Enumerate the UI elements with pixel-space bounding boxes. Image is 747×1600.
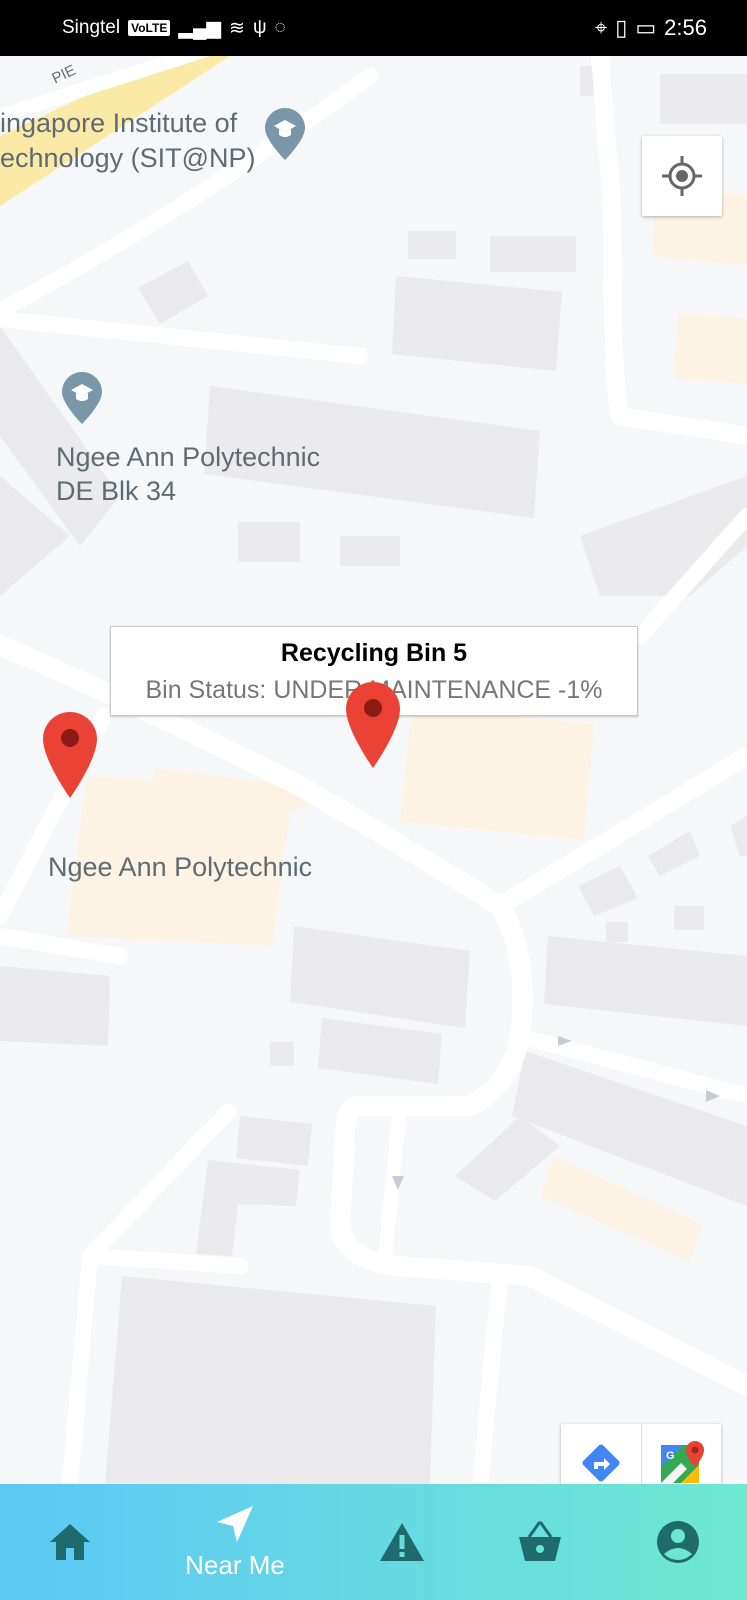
nav-alerts[interactable] — [362, 1484, 442, 1600]
poi-label-np-de-2: DE Blk 34 — [56, 476, 177, 506]
directions-icon — [582, 1444, 620, 1482]
nav-near-me[interactable]: Near Me — [170, 1484, 300, 1600]
my-location-button[interactable] — [642, 136, 722, 216]
battery-icon: ▭ — [635, 15, 657, 40]
poi-label-np-de: Ngee Ann Polytechnic — [56, 442, 321, 472]
poi-label-sit: ingapore Institute of — [0, 108, 238, 138]
map-marker-icon — [43, 712, 97, 798]
vibrate-icon: ▯ — [615, 15, 628, 40]
signal-icon: ▂▄▆ — [178, 17, 222, 39]
warning-icon — [380, 1523, 424, 1561]
basket-icon — [519, 1521, 561, 1561]
usb-icon: ψ — [252, 17, 267, 38]
account-icon — [657, 1521, 699, 1563]
nav-home[interactable] — [30, 1484, 110, 1600]
poi-label-sit-2: echnology (SIT@NP) — [0, 143, 256, 173]
crosshair-icon — [662, 156, 702, 196]
wifi-icon: ≋ — [229, 17, 245, 39]
carrier-name: Singtel — [62, 17, 121, 38]
nav-basket[interactable] — [500, 1484, 580, 1600]
svg-text:G: G — [666, 1450, 675, 1462]
open-in-maps-button[interactable]: G — [642, 1424, 722, 1484]
google-maps-icon: G — [661, 1441, 705, 1483]
nav-account[interactable] — [638, 1484, 718, 1600]
navigation-icon — [217, 1505, 253, 1542]
volte-badge: VoLTE — [128, 20, 171, 36]
map-toolbar: G — [561, 1424, 721, 1484]
poi-label-np: Ngee Ann Polytechnic — [48, 852, 313, 882]
school-pin-icon[interactable] — [62, 372, 102, 429]
status-bar: Singtel VoLTE ▂▄▆ ≋ ψ ◌ ⌖ ▯ ▭ 2:56 — [0, 0, 747, 56]
clock-time: 2:56 — [664, 15, 707, 40]
location-icon: ⌖ — [594, 15, 608, 40]
home-icon — [50, 1524, 90, 1560]
school-pin-icon[interactable] — [265, 108, 305, 165]
recycling-bin-marker[interactable] — [43, 712, 97, 803]
directions-button[interactable] — [561, 1424, 642, 1484]
whatsapp-icon: ◌ — [274, 17, 286, 38]
map-view[interactable]: PIE ingapore Institute of echnology (SIT… — [0, 56, 747, 1484]
nav-label-near-me: Near Me — [185, 1549, 285, 1580]
info-window-title: Recycling Bin 5 — [280, 639, 468, 667]
bottom-navigation: Near Me — [0, 1484, 747, 1600]
map-marker-icon — [346, 682, 400, 768]
recycling-bin-marker[interactable] — [346, 682, 400, 773]
